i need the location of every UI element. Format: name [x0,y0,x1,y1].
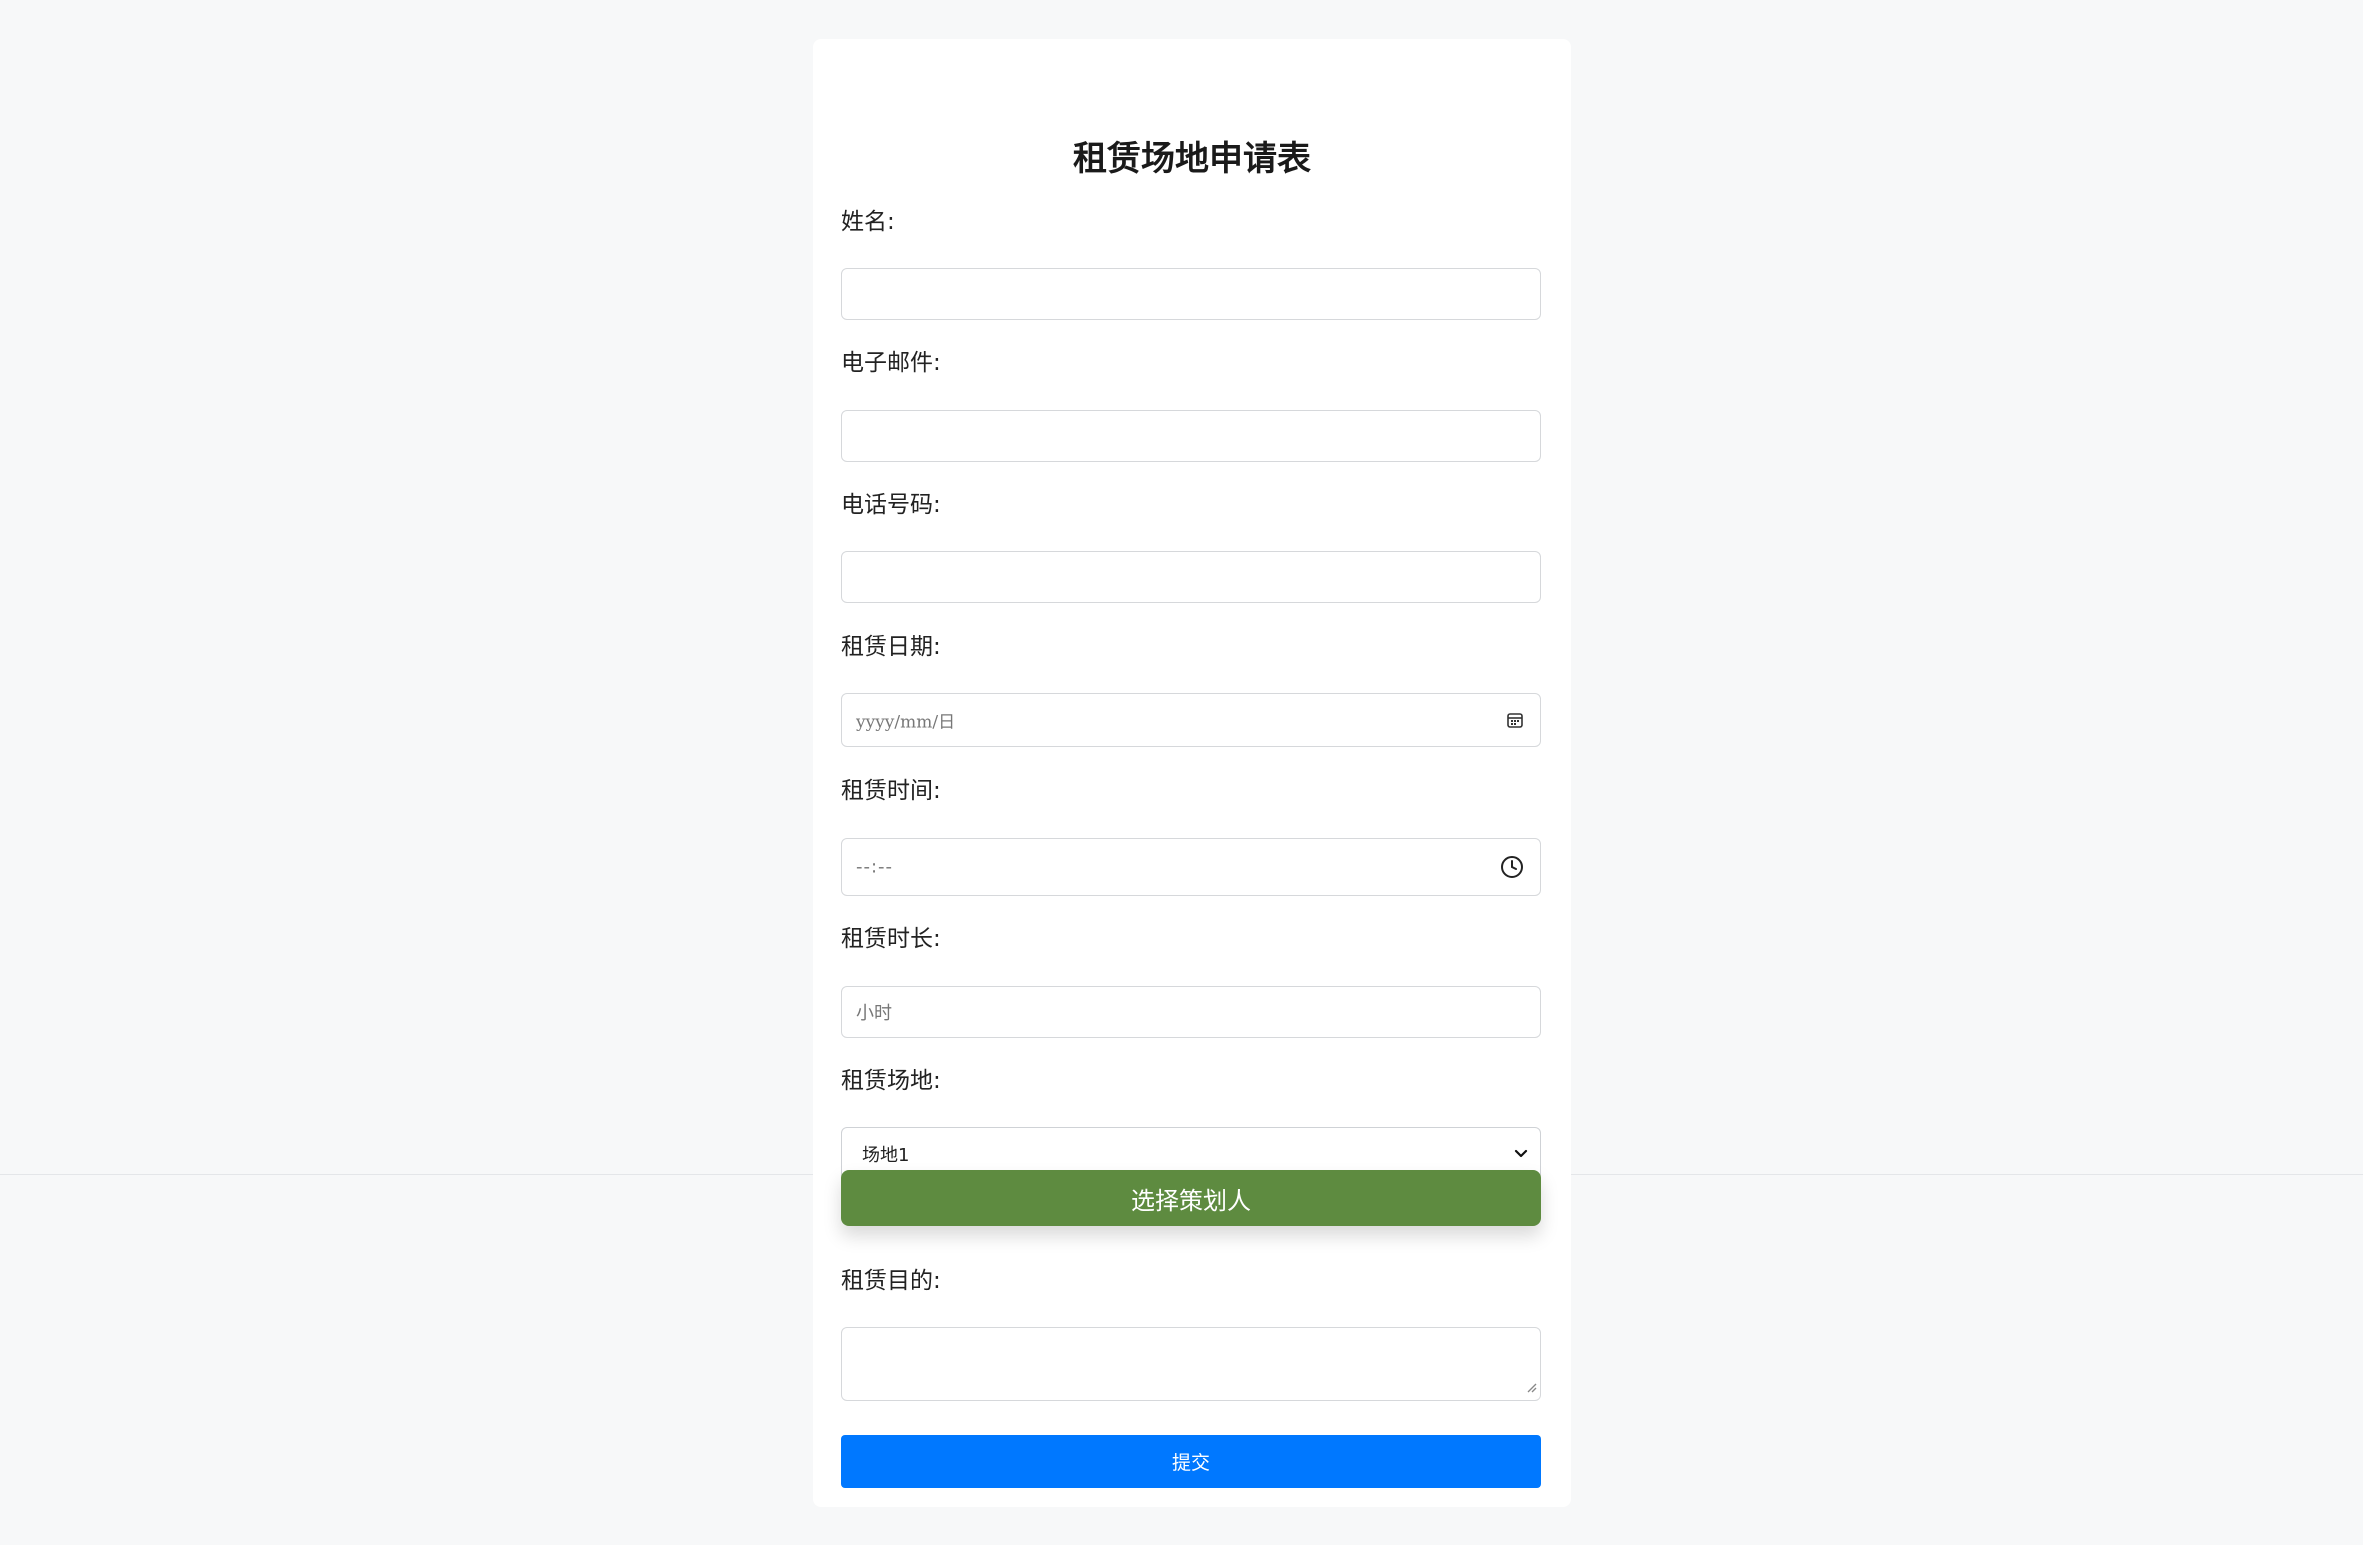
phone-input[interactable] [841,551,1541,603]
email-label: 电子邮件: [841,350,941,376]
date-placeholder: yyyy/mm/日 [856,712,956,733]
clock-icon[interactable] [1500,855,1524,879]
duration-input[interactable]: 小时 [841,986,1541,1038]
venue-label: 租赁场地: [841,1068,941,1094]
name-input[interactable] [841,268,1541,320]
calendar-icon[interactable] [1506,711,1524,729]
time-placeholder: --:-- [856,856,894,878]
submit-button[interactable]: 提交 [841,1435,1541,1488]
duration-placeholder: 小时 [856,1003,892,1024]
purpose-label: 租赁目的: [841,1268,941,1294]
chevron-down-icon [1514,1149,1528,1159]
name-label: 姓名: [841,209,895,235]
phone-label: 电话号码: [841,492,941,518]
time-input[interactable]: --:-- [841,838,1541,896]
venue-selected-value: 场地1 [862,1144,910,1166]
form-title: 租赁场地申请表 [1073,139,1311,179]
date-input[interactable]: yyyy/mm/日 [841,693,1541,747]
time-label: 租赁时间: [841,778,941,804]
duration-label: 租赁时长: [841,926,941,952]
email-input[interactable] [841,410,1541,462]
resize-grip-icon[interactable] [1525,1378,1537,1397]
select-planner-button[interactable]: 选择策划人 [841,1170,1541,1226]
rental-form-card: 租赁场地申请表 姓名: 电子邮件: 电话号码: 租赁日期: yyyy/mm/日 … [813,39,1571,1507]
date-label: 租赁日期: [841,634,941,660]
purpose-textarea[interactable] [841,1327,1541,1401]
